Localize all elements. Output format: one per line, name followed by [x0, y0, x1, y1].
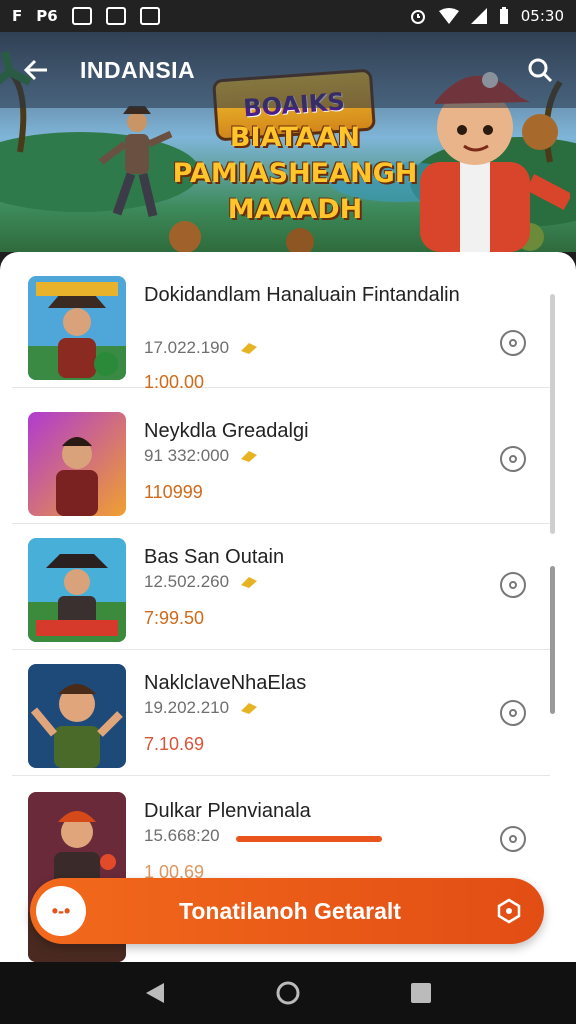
top-app-bar: INDANSIA	[0, 32, 576, 108]
item-price: 7:99.50	[144, 608, 205, 628]
list-item[interactable]: NaklclaveNhaElas 19.202.210 7.10.69	[12, 652, 550, 776]
signal-icon	[470, 8, 487, 24]
wifi-icon	[438, 8, 459, 24]
progress-indicator	[236, 836, 382, 842]
chat-icon[interactable]: •-•	[36, 886, 86, 936]
arrow-left-icon	[23, 59, 47, 81]
item-meta: 15.668:20	[144, 826, 220, 846]
item-meta: 12.502.260	[144, 572, 259, 592]
primary-action-label: Tonatilanoh Getaralt	[179, 898, 401, 924]
item-price: 110999	[144, 482, 203, 502]
back-triangle-icon[interactable]	[144, 981, 166, 1005]
item-title: Bas San Outain	[144, 546, 285, 568]
item-stat: 15.668:20	[144, 826, 220, 845]
status-letter-f: F	[12, 7, 23, 25]
item-price: 7.10.69	[144, 734, 205, 754]
status-text-p6: P6	[36, 7, 58, 25]
item-title: NaklclaveNhaElas	[144, 672, 307, 694]
item-stat: 91 332:000	[144, 446, 230, 465]
coin-icon	[241, 703, 258, 714]
download-icon	[509, 455, 517, 463]
item-title: Dokidandlam Hanaluain Fintandalin	[144, 284, 460, 306]
game-thumbnail	[28, 276, 126, 380]
download-button[interactable]	[500, 572, 526, 598]
item-meta: 91 332:000	[144, 446, 259, 466]
search-button[interactable]	[520, 50, 560, 90]
notification-icon	[71, 7, 92, 25]
download-icon	[509, 581, 517, 589]
download-button[interactable]	[500, 700, 526, 726]
item-price: 1:00.00	[144, 372, 205, 392]
item-meta: 17.022.190	[144, 338, 259, 358]
list-item[interactable]: Neykdla Greadalgi 91 332:000 110999	[12, 400, 550, 524]
download-button[interactable]	[500, 826, 526, 852]
battery-icon	[499, 7, 508, 24]
home-circle-icon[interactable]	[275, 980, 301, 1006]
download-icon	[509, 835, 517, 843]
alarm-icon	[410, 10, 425, 24]
system-nav-bar	[0, 962, 576, 1024]
download-button[interactable]	[500, 446, 526, 472]
download-button[interactable]	[500, 330, 526, 356]
mail-icon	[105, 7, 126, 25]
page-title: INDANSIA	[80, 56, 196, 83]
status-time: 05:30	[520, 7, 564, 25]
scrollbar-thumb[interactable]	[550, 566, 555, 714]
item-stat: 12.502.260	[144, 572, 230, 591]
item-title: Dulkar Plenvianala	[144, 800, 311, 822]
status-bar: F P6 05:30	[0, 0, 576, 32]
primary-action-button[interactable]: •-• Tonatilanoh Getaralt	[30, 878, 544, 944]
search-icon	[528, 58, 553, 83]
item-title: Neykdla Greadalgi	[144, 420, 309, 442]
scrollbar[interactable]	[550, 294, 555, 534]
game-list: Dokidandlam Hanaluain Fintandalin 17.022…	[0, 252, 576, 962]
recents-square-icon[interactable]	[410, 982, 432, 1004]
running-character-illustration	[98, 106, 173, 218]
share-hex-icon[interactable]	[496, 898, 522, 924]
list-item[interactable]: Bas San Outain 12.502.260 7:99.50	[12, 526, 550, 650]
image-icon	[139, 7, 160, 25]
item-stat: 17.022.190	[144, 338, 230, 357]
back-button[interactable]	[16, 50, 56, 90]
coin-icon	[241, 451, 258, 462]
header-banner: BOAIKS BIATAAN PAMIASHEANGH MAAADH INDAN…	[0, 32, 576, 252]
download-icon	[509, 709, 517, 717]
item-meta: 19.202.210	[144, 698, 259, 718]
coin-icon	[241, 343, 258, 354]
list-item[interactable]: Dokidandlam Hanaluain Fintandalin 17.022…	[12, 264, 550, 392]
coin-icon	[241, 577, 258, 588]
game-thumbnail	[28, 664, 126, 768]
item-stat: 19.202.210	[144, 698, 230, 717]
game-thumbnail	[28, 538, 126, 642]
download-icon	[509, 339, 517, 347]
game-thumbnail	[28, 412, 126, 516]
